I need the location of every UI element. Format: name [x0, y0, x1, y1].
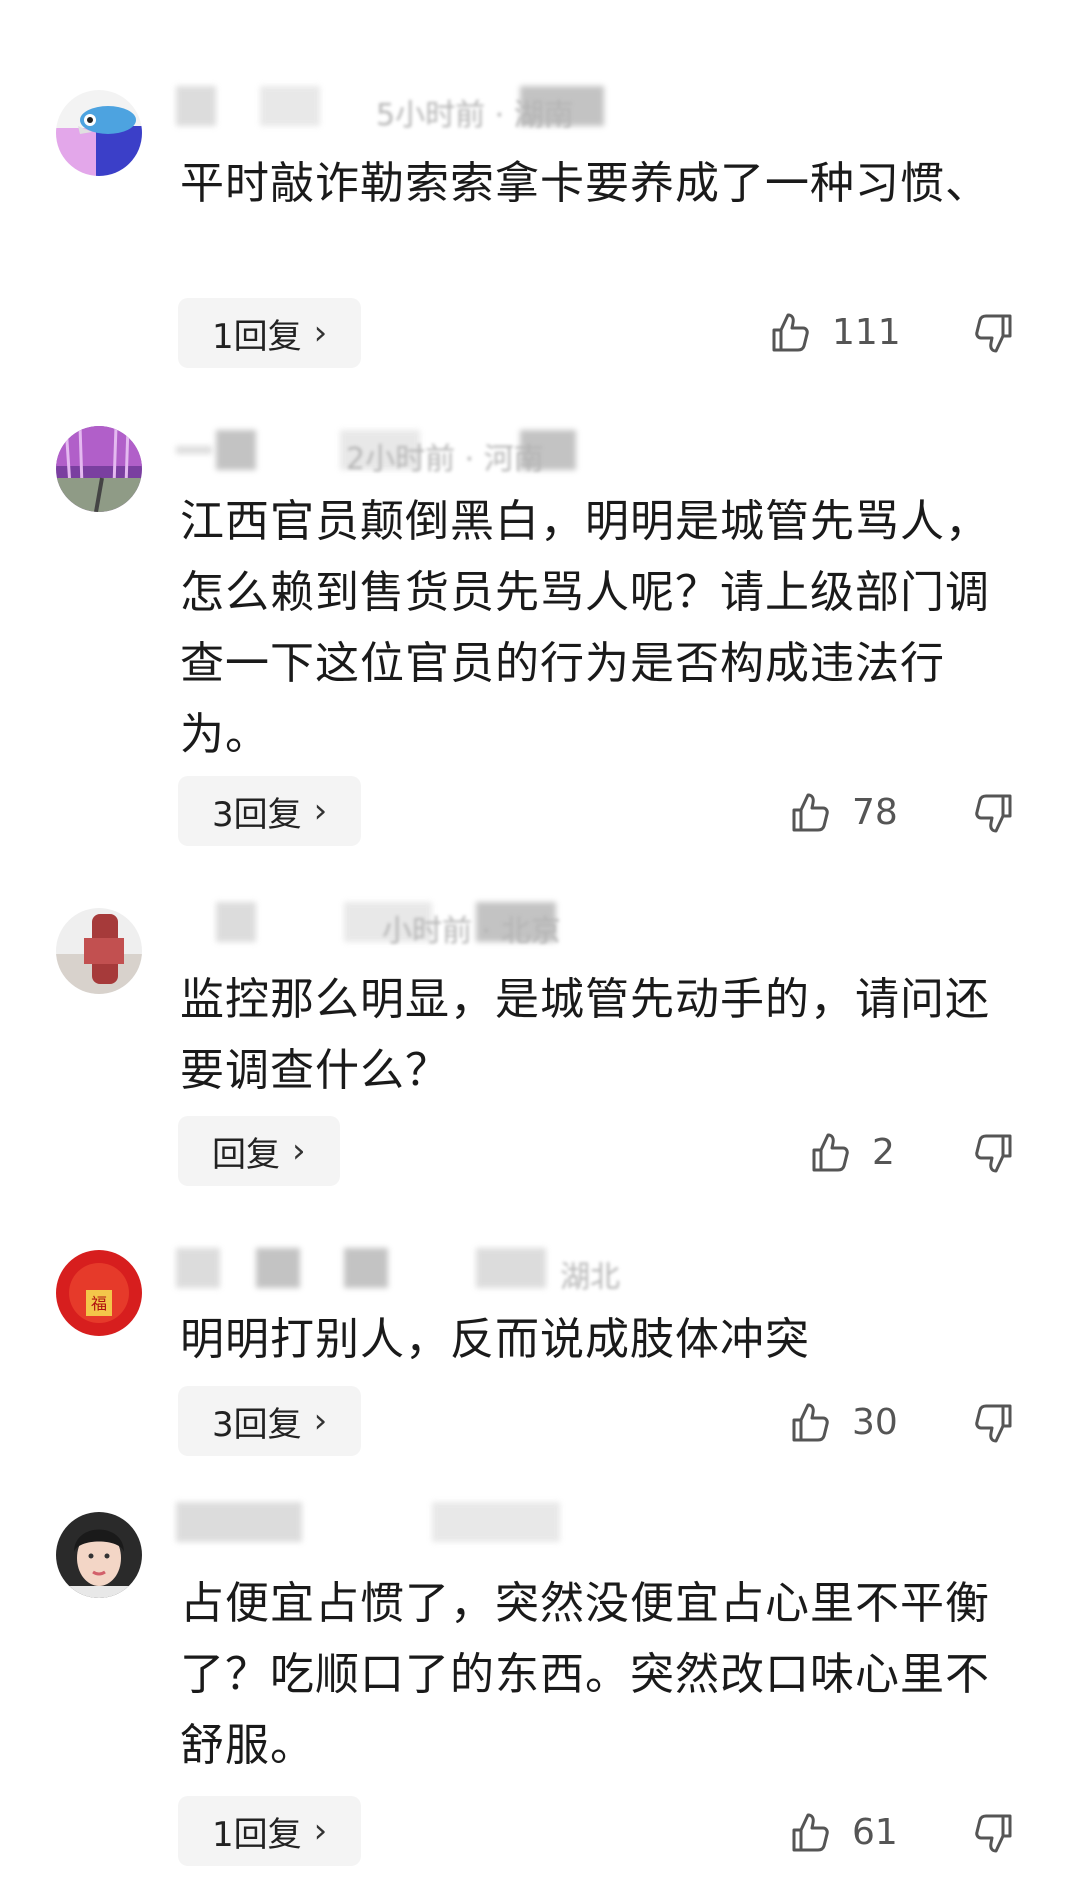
like-count: 78: [852, 791, 898, 833]
thumbs-up-icon: [812, 1133, 849, 1172]
reply-label: 1回复: [212, 316, 302, 357]
thumbs-down-icon[interactable]: [972, 1132, 1016, 1176]
reply-label: 1回复: [212, 1814, 302, 1855]
comment-text: 监控那么明显，是城管先动手的，请问还要调查什么？: [180, 974, 990, 1096]
reply-button[interactable]: 3回复 ›: [178, 776, 362, 846]
comment-meta: 2小时前 · 河南: [176, 430, 616, 477]
comment-meta: [176, 1502, 616, 1548]
comment-meta: 湖北: [176, 1248, 620, 1295]
like-count: 61: [852, 1811, 898, 1853]
thumbs-down-icon[interactable]: [972, 792, 1016, 836]
svg-text:福: 福: [91, 1294, 107, 1313]
comment-meta-text: 湖北: [560, 1260, 620, 1295]
comment-meta-text: 小时前 · 北京: [382, 914, 561, 949]
like-button[interactable]: 2: [808, 1122, 895, 1182]
comment-meta-text: 5小时前 · 湖南: [376, 98, 574, 133]
chevron-right-icon: ›: [313, 1811, 328, 1851]
reply-label: 3回复: [212, 1404, 302, 1445]
avatar[interactable]: [56, 90, 142, 176]
like-button[interactable]: 111: [768, 302, 901, 362]
thumbs-up-icon: [792, 793, 829, 832]
reply-label: 回复: [212, 1134, 280, 1175]
like-button[interactable]: 30: [788, 1392, 898, 1452]
like-button[interactable]: 61: [788, 1802, 898, 1862]
chevron-right-icon: ›: [313, 1401, 328, 1441]
reply-label: 3回复: [212, 794, 302, 835]
thumbs-down-icon[interactable]: [972, 312, 1016, 356]
avatar[interactable]: 福: [56, 1250, 142, 1336]
chevron-right-icon: ›: [313, 313, 328, 353]
comment-meta: 小时前 · 北京: [176, 902, 616, 949]
like-count: 30: [852, 1401, 898, 1443]
like-count: 111: [832, 311, 901, 353]
chevron-right-icon: ›: [313, 791, 328, 831]
avatar[interactable]: [56, 908, 142, 994]
comment-text: 明明打别人，反而说成肢体冲突: [180, 1314, 810, 1365]
comment-meta-text: 2小时前 · 河南: [346, 442, 544, 477]
thumbs-up-icon: [792, 1813, 829, 1852]
thumbs-up-icon: [772, 313, 809, 352]
thumbs-up-icon: [792, 1403, 829, 1442]
avatar[interactable]: [56, 426, 142, 512]
comment-text: 平时敲诈勒索索拿卡要养成了一种习惯、: [180, 158, 990, 209]
comment-text: 江西官员颠倒黑白，明明是城管先骂人，怎么赖到售货员先骂人呢？请上级部门调查一下这…: [180, 496, 990, 760]
comment-text: 占便宜占惯了，突然没便宜占心里不平衡了？吃顺口了的东西。突然改口味心里不舒服。: [180, 1578, 990, 1771]
reply-button[interactable]: 回复 ›: [178, 1116, 340, 1186]
reply-button[interactable]: 1回复 ›: [178, 298, 362, 368]
thumbs-down-icon[interactable]: [972, 1812, 1016, 1856]
reply-button[interactable]: 1回复 ›: [178, 1796, 362, 1866]
avatar[interactable]: [56, 1512, 142, 1598]
like-button[interactable]: 78: [788, 782, 898, 842]
reply-button[interactable]: 3回复 ›: [178, 1386, 362, 1456]
comment-meta: 5小时前 · 湖南: [176, 86, 616, 133]
thumbs-down-icon[interactable]: [972, 1402, 1016, 1446]
like-count: 2: [872, 1131, 895, 1173]
chevron-right-icon: ›: [292, 1131, 306, 1171]
